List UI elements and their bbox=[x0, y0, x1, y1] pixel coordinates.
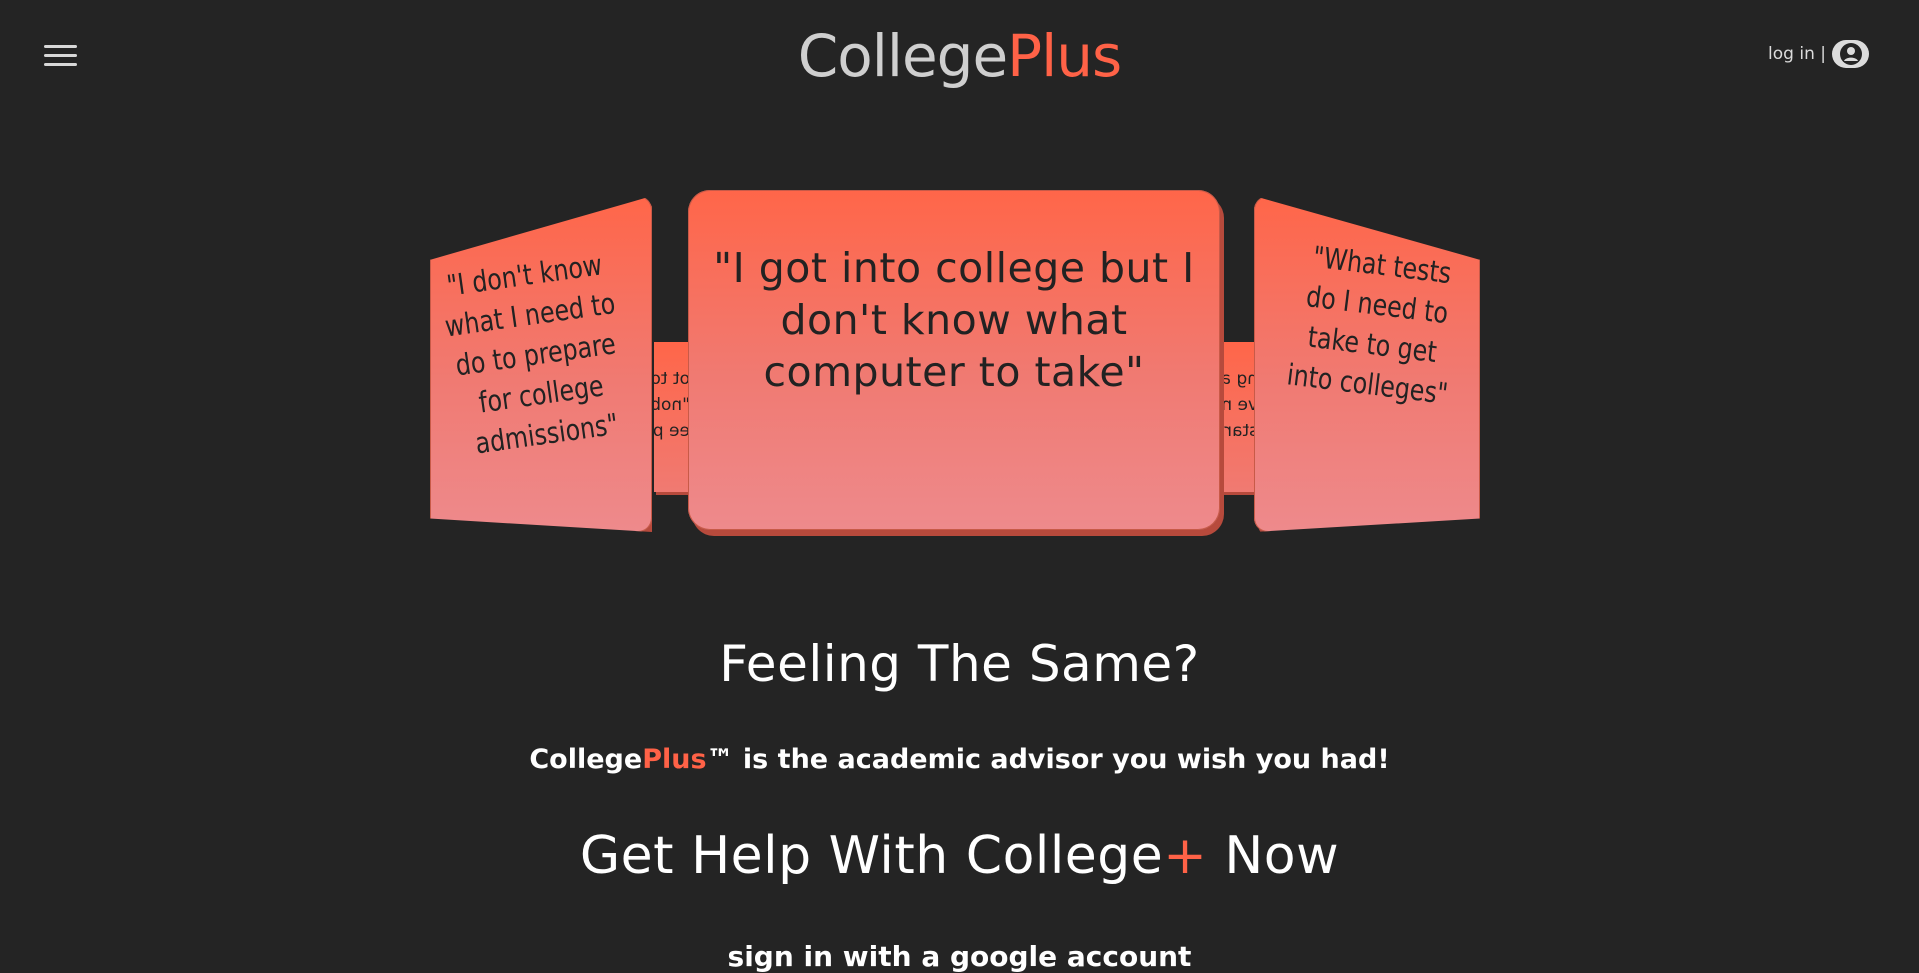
quote-carousel[interactable]: ot to "nob' ee pa ng ab ve no start "I d… bbox=[0, 0, 1919, 560]
get-help-before: Get Help With College bbox=[579, 826, 1164, 886]
carousel-card-right[interactable]: "What tests do I need to take to get int… bbox=[1254, 196, 1480, 532]
get-help-after: Now bbox=[1207, 826, 1340, 886]
tagline-brand-accent: Plus bbox=[642, 744, 707, 775]
center-quote: "I got into college but I don't know wha… bbox=[713, 244, 1195, 396]
get-help-heading: Get Help With College+ Now bbox=[0, 826, 1919, 886]
get-help-plus: + bbox=[1163, 826, 1208, 886]
carousel-back-card-left: ot to "nob' ee pa bbox=[654, 342, 690, 492]
carousel-card-left[interactable]: "I don't know what I need to do to prepa… bbox=[430, 196, 652, 532]
carousel-back-card-right: ng ab ve no start bbox=[1222, 342, 1258, 492]
back-left-snippet: ot to "nob' ee pa bbox=[654, 369, 690, 441]
tagline-brand: College bbox=[529, 744, 643, 775]
feeling-heading: Feeling The Same? bbox=[719, 635, 1200, 693]
google-signin-link[interactable]: sign in with a google account bbox=[0, 940, 1919, 973]
back-right-snippet: ng ab ve no start bbox=[1222, 369, 1258, 441]
tagline-rest: ™ is the academic advisor you wish you h… bbox=[706, 744, 1390, 775]
right-quote: "What tests do I need to take to get int… bbox=[1285, 239, 1454, 411]
tagline: CollegePlus™ is the academic advisor you… bbox=[0, 744, 1919, 775]
carousel-card-center[interactable]: "I got into college but I don't know wha… bbox=[688, 190, 1220, 530]
left-quote: "I don't know what I need to do to prepa… bbox=[442, 247, 621, 461]
